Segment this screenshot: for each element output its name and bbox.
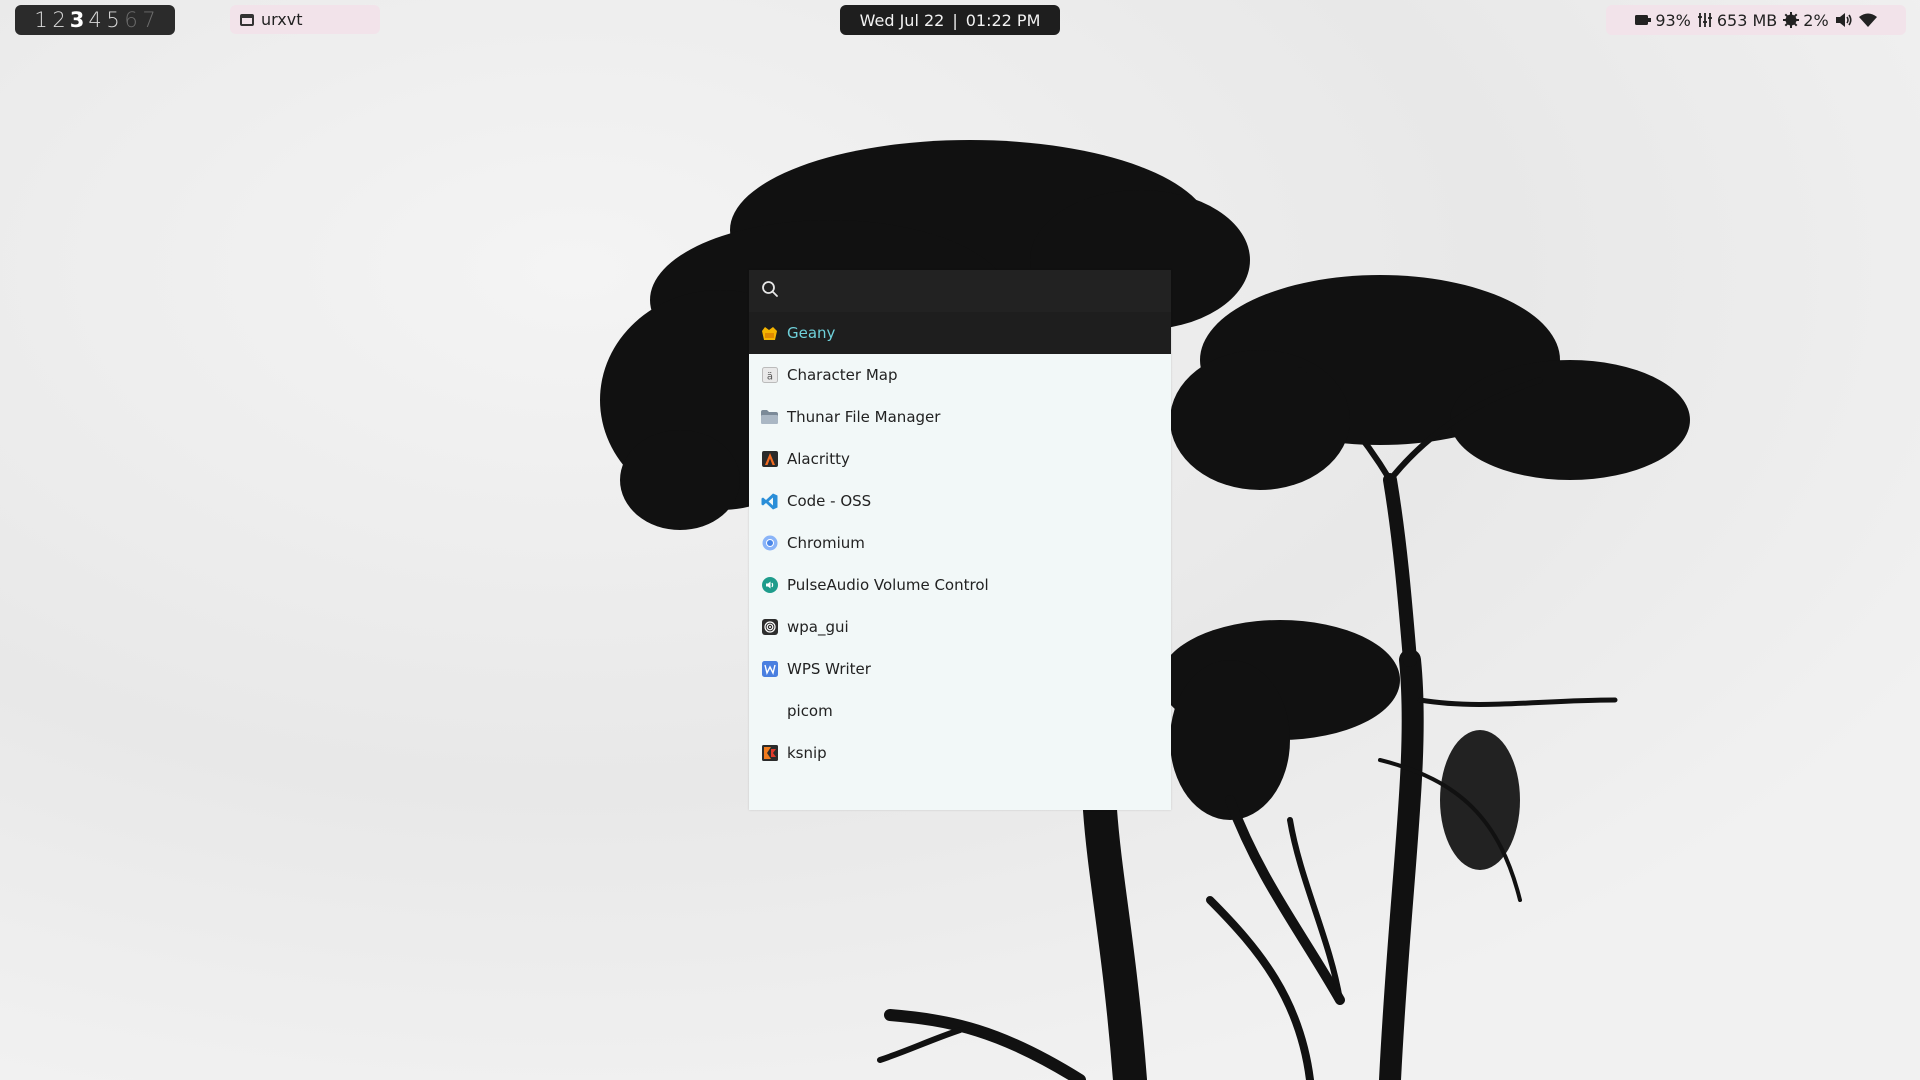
memory-value: 653 MB (1716, 10, 1778, 30)
app-item-pulseaudio[interactable]: PulseAudio Volume Control (749, 564, 1171, 606)
window-icon (240, 13, 254, 26)
app-item-thunar[interactable]: Thunar File Manager (749, 396, 1171, 438)
app-label: Chromium (787, 534, 865, 552)
workspace-5[interactable]: 5 (106, 5, 121, 35)
wifi-indicator[interactable] (1858, 13, 1877, 27)
search-input[interactable] (787, 280, 1171, 302)
clock-time: 01:22 PM (965, 10, 1041, 30)
app-label: picom (787, 702, 833, 720)
cpu-value: 2% (1803, 10, 1829, 30)
battery-indicator[interactable]: 93% (1635, 11, 1691, 30)
workspace-4[interactable]: 4 (88, 5, 103, 35)
clock[interactable]: Wed Jul 22 | 01:22 PM (840, 5, 1060, 35)
app-item-character-map[interactable]: ä Character Map (749, 354, 1171, 396)
memory-indicator[interactable]: 653 MB (1697, 11, 1777, 30)
app-label: Alacritty (787, 450, 850, 468)
taskbar-window-label: urxvt (261, 10, 303, 29)
search-icon (761, 280, 779, 302)
pulseaudio-icon (761, 577, 778, 594)
app-launcher: Geany ä Character Map Thunar File Manage… (749, 270, 1171, 810)
workspace-6[interactable]: 6 (124, 5, 139, 35)
ksnip-icon (761, 745, 778, 762)
app-item-code-oss[interactable]: Code - OSS (749, 480, 1171, 522)
app-label: wpa_gui (787, 618, 849, 636)
vscode-icon (761, 493, 778, 510)
alacritty-icon (761, 451, 778, 468)
cpu-icon (1783, 12, 1800, 28)
clock-date: Wed Jul 22 (859, 10, 945, 30)
app-item-wps-writer[interactable]: WPS Writer (749, 648, 1171, 690)
app-label: ksnip (787, 744, 827, 762)
workspace-switcher: 1 2 3 4 5 6 7 (15, 5, 175, 35)
app-list: Geany ä Character Map Thunar File Manage… (749, 312, 1171, 774)
picom-blank-icon (761, 703, 778, 720)
app-label: Geany (787, 324, 836, 342)
svg-text:ä: ä (766, 372, 772, 383)
app-item-alacritty[interactable]: Alacritty (749, 438, 1171, 480)
app-item-ksnip[interactable]: ksnip (749, 732, 1171, 774)
workspace-1[interactable]: 1 (34, 5, 49, 35)
taskbar-window-urxvt[interactable]: urxvt (230, 5, 380, 34)
app-label: Code - OSS (787, 492, 872, 510)
volume-icon (1835, 13, 1853, 27)
workspace-3[interactable]: 3 (70, 5, 85, 35)
workspace-7[interactable]: 7 (142, 5, 157, 35)
volume-indicator[interactable] (1835, 13, 1853, 27)
clock-separator: | (952, 10, 958, 30)
app-label: Thunar File Manager (787, 408, 941, 426)
launcher-search-bar[interactable] (749, 270, 1171, 312)
system-status: 93% 653 MB 2% (1606, 5, 1906, 35)
app-item-picom[interactable]: picom (749, 690, 1171, 732)
folder-icon (761, 409, 778, 426)
wifi-icon (1858, 13, 1877, 27)
wpa-gui-icon (761, 619, 778, 636)
geany-icon (761, 325, 778, 342)
cpu-indicator[interactable]: 2% (1783, 10, 1829, 30)
app-label: Character Map (787, 366, 898, 384)
app-item-wpa-gui[interactable]: wpa_gui (749, 606, 1171, 648)
memory-icon (1697, 12, 1713, 28)
app-item-geany[interactable]: Geany (749, 312, 1171, 354)
app-item-chromium[interactable]: Chromium (749, 522, 1171, 564)
workspace-2[interactable]: 2 (52, 5, 67, 35)
wps-writer-icon (761, 661, 778, 678)
battery-value: 93% (1655, 10, 1691, 30)
app-label: PulseAudio Volume Control (787, 576, 989, 594)
battery-icon (1635, 14, 1652, 26)
chromium-icon (761, 535, 778, 552)
character-map-icon: ä (761, 367, 778, 384)
app-label: WPS Writer (787, 660, 871, 678)
